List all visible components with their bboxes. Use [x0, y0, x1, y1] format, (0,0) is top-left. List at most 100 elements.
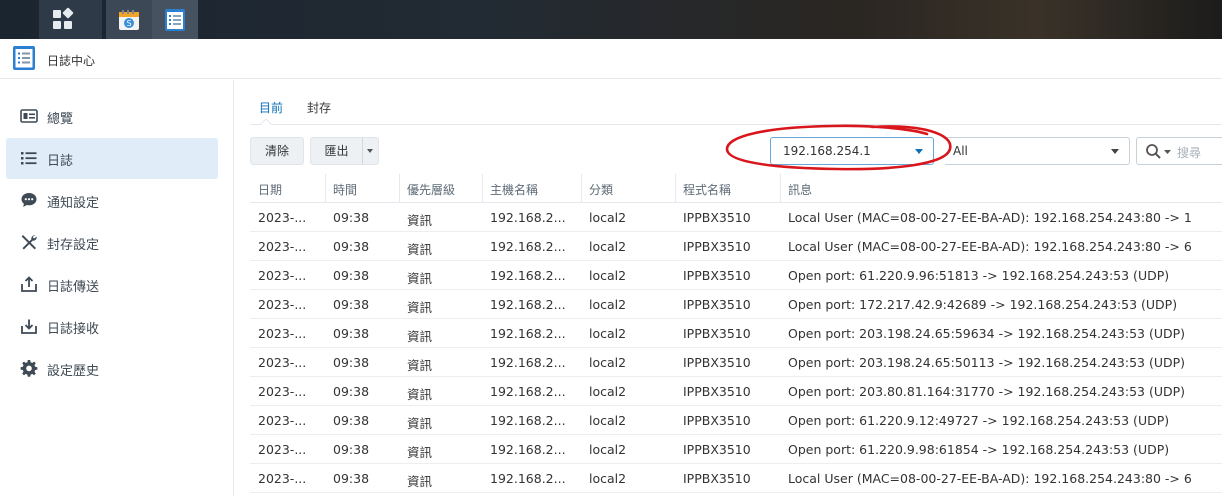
hostname-cell: 192.168.2... — [490, 413, 566, 428]
column-header-priority[interactable]: 優先層級 — [407, 181, 455, 198]
priority-cell: 資訊 — [407, 300, 433, 315]
sidebar-item-log[interactable]: 日誌 — [6, 138, 218, 179]
category-cell: local2 — [589, 442, 627, 457]
date-cell: 2023-... — [258, 384, 307, 399]
level-filter-select[interactable]: All — [945, 137, 1130, 165]
category-cell: local2 — [589, 326, 627, 341]
category-cell: local2 — [589, 297, 627, 312]
table-row[interactable]: 2023-... 09:38 資訊 192.168.2... local2 IPPBX35… — [250, 348, 1222, 377]
date-cell: 2023-... — [258, 413, 307, 428]
message-cell: Open port: 203.198.24.65:50113 -> 192.16… — [788, 355, 1186, 370]
table-row[interactable]: 2023-... 09:38 資訊 192.168.2... local2 IPPBX35… — [250, 464, 1222, 493]
column-divider[interactable] — [675, 174, 676, 203]
hostname-cell: 192.168.2... — [490, 297, 566, 312]
message-cell: Open port: 61.220.9.96:51813 -> 192.168.… — [788, 268, 1170, 283]
export-button[interactable]: 匯出 — [310, 137, 363, 165]
window-title: 日誌中心 — [47, 54, 96, 68]
sidebar-item-log-sending[interactable]: 日誌傳送 — [6, 264, 218, 305]
priority-cell: 資訊 — [407, 416, 433, 431]
table-row[interactable]: 2023-... 09:38 資訊 192.168.2... local2 IPPBX35… — [250, 377, 1222, 406]
sidebar-item-overview[interactable]: 總覽 — [6, 96, 218, 137]
column-header-hostname[interactable]: 主機名稱 — [490, 181, 538, 198]
priority-cell: 資訊 — [407, 271, 433, 286]
category-cell: local2 — [589, 413, 627, 428]
column-divider[interactable] — [482, 174, 483, 203]
notepad-app-icon: S — [119, 10, 139, 30]
column-header-date[interactable]: 日期 — [258, 181, 282, 198]
gear-icon — [20, 360, 38, 377]
message-cell: Open port: 172.217.42.9:42689 -> 192.168… — [788, 297, 1178, 312]
search-input[interactable]: 搜尋 — [1136, 137, 1222, 165]
sidebar-item-log-receiving[interactable]: 日誌接收 — [6, 306, 218, 347]
taskbar: S — [0, 0, 1222, 39]
program-cell: IPPBX3510 — [683, 210, 751, 225]
chevron-down-icon — [1111, 149, 1119, 154]
category-cell: local2 — [589, 355, 627, 370]
priority-cell: 資訊 — [407, 387, 433, 402]
column-header-category[interactable]: 分類 — [589, 181, 613, 198]
column-header-message[interactable]: 訊息 — [788, 181, 812, 198]
table-row[interactable]: 2023-... 09:38 資訊 192.168.2... local2 IPPBX35… — [250, 232, 1222, 261]
category-cell: local2 — [589, 268, 627, 283]
column-divider[interactable] — [325, 174, 326, 203]
tab-bar: 目前 封存 — [250, 89, 1222, 125]
time-cell: 09:38 — [333, 413, 370, 428]
table-row[interactable]: 2023-... 09:38 資訊 192.168.2... local2 IPPBX35… — [250, 290, 1222, 319]
message-cell: Local User (MAC=08-00-27-EE-BA-AD): 192.… — [788, 471, 1192, 486]
upload-icon — [21, 276, 37, 292]
table-row[interactable]: 2023-... 09:38 資訊 192.168.2... local2 IPPBX35… — [250, 435, 1222, 464]
sidebar-item-settings-history[interactable]: 設定歷史 — [6, 348, 218, 389]
category-cell: local2 — [589, 239, 627, 254]
source-filter-select[interactable]: 192.168.254.1 — [770, 137, 934, 165]
priority-cell: 資訊 — [407, 329, 433, 344]
message-cell: Local User (MAC=08-00-27-EE-BA-AD): 192.… — [788, 239, 1192, 254]
date-cell: 2023-... — [258, 442, 307, 457]
main-menu-grid-icon — [53, 7, 74, 30]
export-dropdown-button[interactable] — [362, 137, 379, 165]
table-row[interactable]: 2023-... 09:38 資訊 192.168.2... local2 IPPBX35… — [250, 203, 1222, 232]
message-cell: Open port: 203.80.81.164:31770 -> 192.16… — [788, 384, 1186, 399]
hostname-cell: 192.168.2... — [490, 384, 566, 399]
log-center-app-icon — [165, 9, 185, 31]
program-cell: IPPBX3510 — [683, 239, 751, 254]
time-cell: 09:38 — [333, 471, 370, 486]
column-header-time[interactable]: 時間 — [333, 181, 357, 198]
column-header-program[interactable]: 程式名稱 — [683, 181, 731, 198]
table-row[interactable]: 2023-... 09:38 資訊 192.168.2... local2 IPPBX35… — [250, 406, 1222, 435]
category-cell: local2 — [589, 210, 627, 225]
hostname-cell: 192.168.2... — [490, 471, 566, 486]
date-cell: 2023-... — [258, 297, 307, 312]
taskbar-notepad-app[interactable]: S — [106, 0, 152, 39]
sidebar: 總覽 日誌 通知設定 封存設定 日誌傳送 日誌接收 設定歷史 — [0, 80, 234, 496]
level-filter-value: All — [953, 144, 968, 158]
source-filter-value: 192.168.254.1 — [783, 144, 871, 158]
time-cell: 09:38 — [333, 239, 370, 254]
table-row[interactable]: 2023-... 09:38 資訊 192.168.2... local2 IPPBX35… — [250, 261, 1222, 290]
program-cell: IPPBX3510 — [683, 297, 751, 312]
sidebar-item-archive-settings[interactable]: 封存設定 — [6, 222, 218, 263]
column-divider[interactable] — [581, 174, 582, 203]
sidebar-item-label: 日誌 — [47, 154, 74, 169]
sidebar-item-notification-settings[interactable]: 通知設定 — [6, 180, 218, 221]
sidebar-item-label: 日誌接收 — [47, 322, 100, 337]
priority-cell: 資訊 — [407, 213, 433, 228]
sidebar-item-label: 設定歷史 — [47, 364, 100, 379]
column-divider[interactable] — [399, 174, 400, 203]
tab-current[interactable]: 目前 — [259, 99, 283, 116]
main-menu-button[interactable] — [39, 0, 102, 39]
window-titlebar: 日誌中心 — [0, 39, 1222, 79]
column-divider[interactable] — [780, 174, 781, 203]
table-row[interactable]: 2023-... 09:38 資訊 192.168.2... local2 IPPBX35… — [250, 319, 1222, 348]
priority-cell: 資訊 — [407, 242, 433, 257]
time-cell: 09:38 — [333, 384, 370, 399]
priority-cell: 資訊 — [407, 445, 433, 460]
message-cell: Local User (MAC=08-00-27-EE-BA-AD): 192.… — [788, 210, 1192, 225]
hostname-cell: 192.168.2... — [490, 442, 566, 457]
clear-button[interactable]: 清除 — [250, 137, 304, 165]
log-table: 日期 時間 優先層級 主機名稱 分類 程式名稱 訊息 2023-... 09:38… — [250, 174, 1222, 493]
tab-archive[interactable]: 封存 — [307, 99, 331, 116]
date-cell: 2023-... — [258, 268, 307, 283]
program-cell: IPPBX3510 — [683, 326, 751, 341]
taskbar-log-center-app[interactable] — [152, 0, 198, 39]
overview-icon — [20, 109, 38, 123]
